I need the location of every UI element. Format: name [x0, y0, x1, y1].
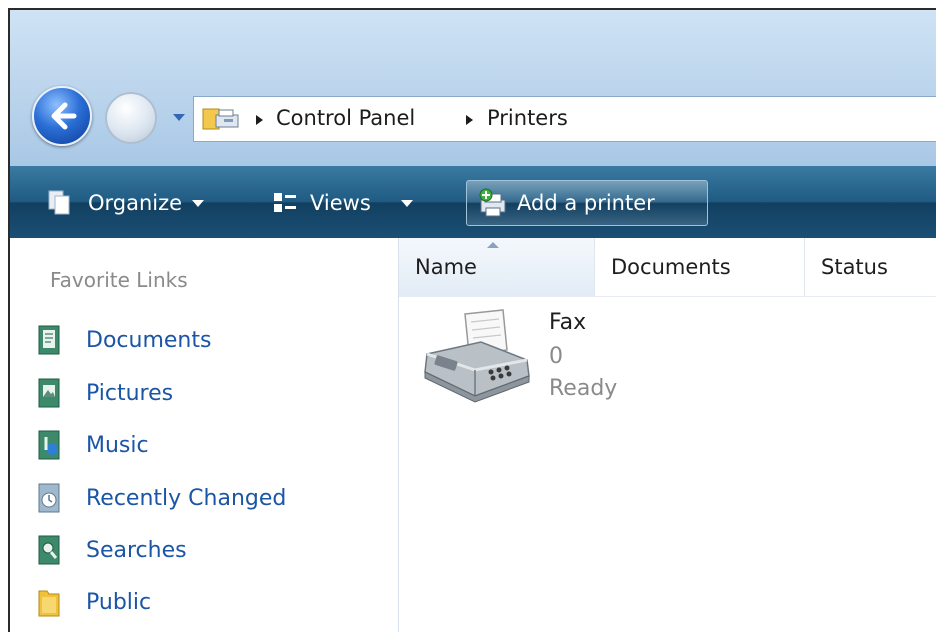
sidebar-item-documents[interactable]: Documents: [38, 320, 211, 360]
searches-icon: [38, 535, 60, 565]
column-header-status[interactable]: Status: [805, 238, 936, 296]
column-header-documents-label: Documents: [611, 255, 731, 279]
control-panel-icon: [202, 108, 239, 130]
sidebar-item-music[interactable]: Music: [38, 425, 149, 465]
recently-changed-icon: [38, 483, 60, 513]
explorer-window: Control Panel Printers Organize Views Ad…: [8, 8, 936, 632]
organize-dropdown-icon: [192, 199, 205, 207]
sidebar-item-label: Recently Changed: [86, 485, 287, 511]
music-icon: [38, 430, 60, 460]
address-bar[interactable]: Control Panel Printers: [193, 96, 936, 142]
sidebar-item-searches[interactable]: Searches: [38, 530, 187, 570]
documents-icon: [38, 325, 60, 355]
views-label: Views: [310, 191, 371, 215]
column-header-name-label: Name: [415, 255, 477, 279]
command-bar: Organize Views Add a printer: [10, 166, 936, 238]
breadcrumb-control-panel[interactable]: Control Panel: [276, 106, 415, 130]
column-header-status-label: Status: [821, 255, 888, 279]
navigation-pane: Favorite Links Documents Pictures Music …: [10, 238, 399, 632]
recent-pages-dropdown[interactable]: [173, 114, 185, 121]
pictures-icon: [38, 378, 60, 408]
sidebar-item-public[interactable]: Public: [38, 582, 151, 622]
breadcrumb-separator-icon[interactable]: [466, 115, 473, 125]
organize-icon: [48, 190, 70, 215]
back-button[interactable]: [32, 86, 92, 146]
add-a-printer-label: Add a printer: [517, 191, 655, 215]
organize-button[interactable]: Organize: [46, 186, 205, 220]
sidebar-item-pictures[interactable]: Pictures: [38, 373, 173, 413]
fax-printer-icon: [424, 309, 530, 403]
favorite-links-heading: Favorite Links: [50, 268, 188, 292]
sidebar-item-label: Documents: [86, 327, 212, 353]
window-chrome: Control Panel Printers: [10, 10, 936, 166]
back-arrow-icon: [51, 102, 77, 130]
sidebar-item-label: Pictures: [86, 380, 174, 406]
sidebar-item-label: Public: [86, 589, 152, 615]
sidebar-item-recently-changed[interactable]: Recently Changed: [38, 478, 286, 518]
header-divider: [399, 296, 936, 297]
sidebar-item-label: Searches: [86, 537, 187, 563]
public-folder-icon: [38, 590, 60, 617]
forward-button[interactable]: [105, 92, 157, 144]
sort-ascending-icon: [487, 242, 499, 248]
add-printer-icon: [479, 188, 506, 217]
printer-name: Fax: [549, 310, 587, 335]
breadcrumb-printers[interactable]: Printers: [487, 106, 568, 130]
sidebar-item-label: Music: [86, 432, 149, 458]
breadcrumb-separator-icon[interactable]: [256, 115, 263, 125]
column-header-documents[interactable]: Documents: [595, 238, 805, 296]
file-list-pane: Name Documents Status Fax 0 Ready: [399, 238, 936, 632]
printer-document-count: 0: [549, 344, 563, 369]
organize-label: Organize: [88, 191, 183, 215]
column-header-name[interactable]: Name: [399, 238, 595, 296]
views-button[interactable]: Views: [272, 186, 413, 220]
add-a-printer-button[interactable]: Add a printer: [466, 180, 708, 226]
printer-status: Ready: [549, 376, 618, 401]
views-dropdown-icon[interactable]: [400, 199, 413, 207]
views-icon: [274, 193, 296, 212]
